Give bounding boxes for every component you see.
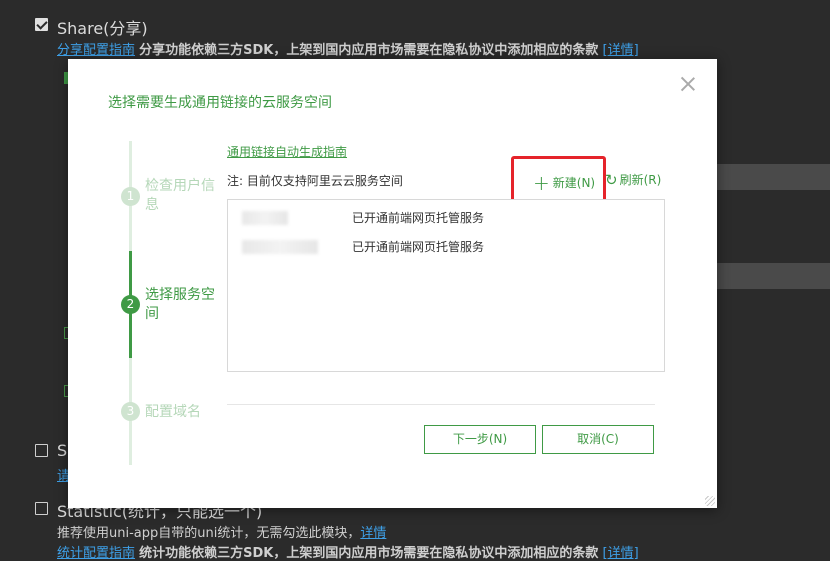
statistic-detail-link[interactable]: [详情] [603, 546, 639, 561]
share-detail-link[interactable]: [详情] [603, 43, 639, 58]
list-item[interactable]: 已开通前端网页托管服务 [228, 236, 664, 258]
next-step-button[interactable]: 下一步(N) [424, 425, 536, 454]
statistic-desc: 统计功能依赖三方SDK，上架到国内应用市场需要在隐私协议中添加相应的条款 [139, 546, 599, 561]
space-name-redacted [242, 211, 288, 225]
statistic-desc-line: 统计配置指南 统计功能依赖三方SDK，上架到国内应用市场需要在隐私协议中添加相应… [57, 542, 639, 561]
space-list: 已开通前端网页托管服务 已开通前端网页托管服务 [227, 199, 665, 372]
space-name-redacted [242, 240, 318, 254]
refresh-icon: ↻ [605, 171, 618, 189]
statistic-checkbox[interactable] [35, 502, 48, 515]
refresh-button[interactable]: ↻ 刷新(R) [605, 171, 661, 189]
space-status: 已开通前端网页托管服务 [352, 240, 485, 254]
dialog-title: 选择需要生成通用链接的云服务空间 [108, 95, 332, 111]
annotation-highlight-box [511, 156, 606, 205]
step-1-circle: 1 [121, 187, 140, 206]
close-icon[interactable] [680, 76, 696, 92]
share-guide-link[interactable]: 分享配置指南 [57, 43, 135, 58]
share-desc: 分享功能依赖三方SDK，上架到国内应用市场需要在隐私协议中添加相应的条款 [139, 43, 599, 58]
bg-input-bar-2 [712, 263, 830, 289]
step-2-label: 选择服务空间 [145, 287, 215, 322]
aliyun-note: 注: 目前仅支持阿里云云服务空间 [227, 174, 403, 188]
share-checkbox[interactable] [35, 18, 48, 31]
space-status: 已开通前端网页托管服务 [352, 211, 485, 225]
share-title: Share(分享) [57, 19, 148, 38]
list-item[interactable]: 已开通前端网页托管服务 [228, 207, 664, 229]
statistic-guide-link[interactable]: 统计配置指南 [57, 546, 135, 561]
bg-input-bar-1 [712, 164, 830, 190]
statistic-recommend: 推荐使用uni-app自带的uni统计，无需勾选此模块， [57, 526, 361, 541]
cloud-space-dialog: 选择需要生成通用链接的云服务空间 1 检查用户信息 2 选择服务空间 3 配置域… [68, 59, 717, 508]
footer-divider [227, 404, 655, 405]
refresh-label: 刷新(R) [619, 173, 662, 187]
cancel-button[interactable]: 取消(C) [542, 425, 654, 454]
step-2-circle: 2 [121, 295, 140, 314]
step-3-label: 配置域名 [145, 404, 201, 420]
step-1-label: 检查用户信息 [145, 178, 215, 213]
share-desc-line: 分享配置指南 分享功能依赖三方SDK，上架到国内应用市场需要在隐私协议中添加相应… [57, 39, 639, 58]
resize-grip[interactable] [705, 496, 715, 506]
s-title: S [57, 441, 68, 460]
statistic-recommend-line: 推荐使用uni-app自带的uni统计，无需勾选此模块，详情 [57, 522, 386, 541]
statistic-recommend-link[interactable]: 详情 [360, 526, 386, 541]
s-checkbox[interactable] [35, 444, 48, 457]
universal-link-guide-link[interactable]: 通用链接自动生成指南 [227, 143, 347, 160]
step-3-circle: 3 [121, 402, 140, 421]
